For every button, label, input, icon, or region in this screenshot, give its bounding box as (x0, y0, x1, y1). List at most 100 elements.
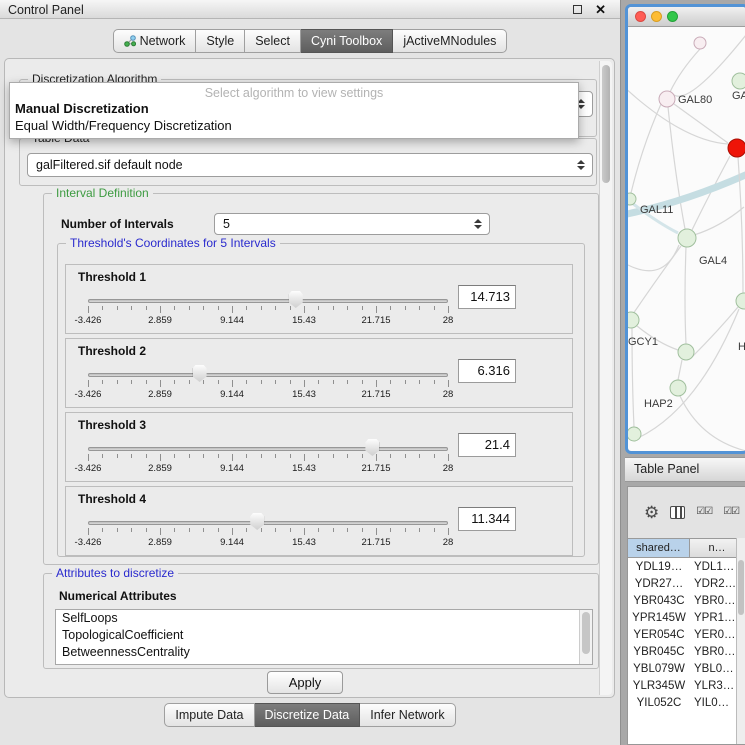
network-node[interactable] (659, 91, 675, 107)
table-row[interactable]: YPR145WYPR1… (628, 609, 736, 626)
tick-mark (160, 306, 161, 313)
threshold-value-field[interactable]: 14.713 (458, 285, 516, 309)
select-columns-icon[interactable] (670, 506, 685, 519)
tick-mark (261, 528, 262, 532)
tab-cyni-toolbox[interactable]: Cyni Toolbox (301, 29, 393, 53)
table-row[interactable]: YBR043CYBR0… (628, 592, 736, 609)
scale-label: 9.144 (220, 463, 244, 474)
scrollbar-thumb[interactable] (738, 560, 744, 615)
numerical-attribute-item[interactable]: BetweennessCentrality (56, 644, 592, 661)
tick-mark (174, 306, 175, 310)
network-node[interactable] (628, 193, 636, 205)
tick-mark (347, 528, 348, 532)
numerical-attribute-item[interactable]: TopologicalCoefficient (56, 627, 592, 644)
threshold-slider: -3.4262.8599.14415.4321.71528 (88, 361, 448, 407)
tab-style[interactable]: Style (196, 29, 245, 53)
table-data-select[interactable]: galFiltered.sif default node (27, 153, 593, 177)
zoom-traffic-light-icon[interactable] (667, 11, 678, 22)
table-scrollbar[interactable] (736, 538, 745, 744)
tick-mark (203, 380, 204, 384)
network-view-window[interactable]: GAL80GAGAL11GAL4GCY1HHAP2 (625, 4, 745, 454)
network-node[interactable] (736, 293, 745, 309)
scale-label: 28 (443, 537, 454, 548)
tab-label: jActiveMNodules (403, 34, 496, 48)
tab-discretize-data[interactable]: Discretize Data (255, 703, 361, 727)
hide-columns-checkboxes-icon[interactable]: ☑☑ (723, 507, 739, 517)
table-row[interactable]: YLR345WYLR3… (628, 677, 736, 694)
network-window-titlebar[interactable] (628, 7, 745, 27)
network-node[interactable] (670, 380, 686, 396)
threshold-slider: -3.4262.8599.14415.4321.71528 (88, 287, 448, 333)
table-row[interactable]: YIL052CYIL0… (628, 694, 736, 711)
threshold-value-field[interactable]: 6.316 (458, 359, 516, 383)
table-cell: YDL19… (628, 558, 690, 575)
attributes-list-scrollbar[interactable] (579, 610, 592, 664)
number-of-intervals-select[interactable]: 5 (214, 213, 490, 235)
tick-mark (275, 306, 276, 310)
scrollbar-thumb[interactable] (602, 65, 610, 183)
threshold-value-field[interactable]: 11.344 (458, 507, 516, 531)
column-header[interactable]: shared… (628, 538, 690, 558)
tick-mark (362, 306, 363, 310)
tick-mark (333, 454, 334, 458)
control-panel-scrollbar[interactable] (599, 61, 612, 695)
close-icon[interactable]: ✕ (595, 2, 606, 18)
apply-button[interactable]: Apply (267, 671, 343, 694)
tick-mark (218, 306, 219, 310)
slider-track[interactable] (88, 521, 448, 525)
table-row[interactable]: YDL19…YDL1… (628, 558, 736, 575)
interval-definition-group-title: Interval Definition (52, 186, 153, 200)
show-columns-checkboxes-icon[interactable]: ☑☑ (696, 507, 712, 517)
float-window-icon[interactable] (573, 5, 582, 14)
gear-icon[interactable]: ⚙ (644, 504, 659, 521)
tick-mark (203, 528, 204, 532)
table-toolbar: ⚙ ☑☑ ☑☑ (628, 487, 745, 537)
network-edge (638, 309, 739, 438)
network-node[interactable] (628, 427, 641, 441)
table-row[interactable]: YER054CYER0… (628, 626, 736, 643)
network-canvas[interactable]: GAL80GAGAL11GAL4GCY1HHAP2 (628, 27, 745, 451)
dropdown-hint: Select algorithm to view settings (10, 86, 578, 100)
scale-label: 2.859 (148, 463, 172, 474)
tick-mark (405, 380, 406, 384)
dropdown-item-equal-width-frequency-discretization[interactable]: Equal Width/Frequency Discretization (10, 117, 578, 134)
tick-mark (376, 306, 377, 313)
network-node[interactable] (728, 139, 745, 157)
network-node[interactable] (678, 344, 694, 360)
tick-mark (88, 380, 89, 387)
close-traffic-light-icon[interactable] (635, 11, 646, 22)
numerical-attribute-item[interactable]: SelfLoops (56, 610, 592, 627)
tab-impute-data[interactable]: Impute Data (164, 703, 254, 727)
tab-select[interactable]: Select (245, 29, 301, 53)
network-node[interactable] (628, 312, 639, 328)
table-cell: YBR0… (690, 643, 736, 660)
dropdown-item-manual-discretization[interactable]: Manual Discretization (10, 100, 578, 117)
tick-mark (434, 306, 435, 310)
number-of-intervals-label: Number of Intervals (61, 217, 174, 231)
table-row[interactable]: YBL079WYBL0… (628, 660, 736, 677)
network-node[interactable] (732, 73, 745, 89)
tab-jactivemnodules[interactable]: jActiveMNodules (393, 29, 507, 53)
network-node[interactable] (694, 37, 706, 49)
minimize-traffic-light-icon[interactable] (651, 11, 662, 22)
slider-track[interactable] (88, 299, 448, 303)
numerical-attributes-list[interactable]: SelfLoopsTopologicalCoefficientBetweenne… (55, 609, 593, 665)
tab-label: Infer Network (370, 708, 444, 722)
table-row[interactable]: YBR045CYBR0… (628, 643, 736, 660)
network-node[interactable] (678, 229, 696, 247)
tick-mark (189, 380, 190, 384)
slider-track[interactable] (88, 447, 448, 451)
threshold-label: Threshold 1 (78, 270, 146, 284)
network-node-label: GCY1 (628, 336, 658, 348)
tick-mark (275, 528, 276, 532)
scrollbar-thumb[interactable] (582, 612, 590, 654)
tab-infer-network[interactable]: Infer Network (360, 703, 455, 727)
threshold-label: Threshold 2 (78, 344, 146, 358)
table-panel-header[interactable]: Table Panel (625, 457, 745, 482)
tick-mark (102, 528, 103, 532)
table-row[interactable]: YDR27…YDR2… (628, 575, 736, 592)
threshold-value-field[interactable]: 21.4 (458, 433, 516, 457)
tab-network[interactable]: Network (113, 29, 197, 53)
control-panel-titlebar[interactable]: Control Panel ✕ (0, 0, 620, 19)
slider-track[interactable] (88, 373, 448, 377)
